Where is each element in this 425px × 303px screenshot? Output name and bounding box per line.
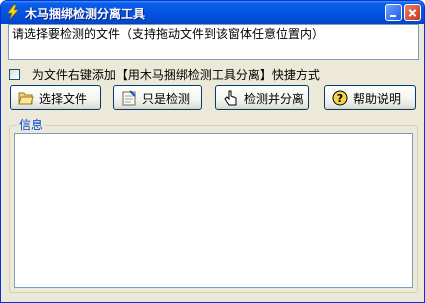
context-menu-option[interactable]: 为文件右键添加【用木马捆绑检测工具分离】快捷方式	[9, 66, 320, 82]
folder-open-icon	[18, 92, 34, 105]
detect-only-label: 只是检测	[142, 92, 191, 106]
hand-pointer-icon	[224, 90, 237, 106]
help-label: 帮助说明	[353, 92, 402, 106]
info-group-title: 信息	[17, 118, 46, 132]
help-button[interactable]: ? 帮助说明	[324, 85, 416, 110]
minimize-button[interactable]	[385, 4, 402, 21]
select-file-label: 选择文件	[39, 92, 88, 106]
detect-only-button[interactable]: 只是检测	[113, 85, 202, 110]
help-question-icon: ?	[332, 90, 348, 106]
detect-and-separate-button[interactable]: 检测并分离	[215, 85, 309, 110]
svg-text:?: ?	[337, 92, 343, 105]
close-button[interactable]	[404, 4, 421, 21]
info-groupbox: 信息	[9, 118, 418, 293]
window-content: 请选择要检测的文件（支持拖动文件到该窗体任意位置内） 为文件右键添加【用木马捆绑…	[4, 24, 421, 299]
title-bar[interactable]: 木马捆绑检测分离工具	[1, 1, 424, 24]
window-title: 木马捆绑检测分离工具	[25, 7, 146, 21]
notepad-check-icon	[122, 90, 136, 106]
minimize-icon	[390, 15, 396, 17]
info-textarea[interactable]	[14, 133, 413, 288]
context-menu-checkbox[interactable]	[9, 69, 20, 80]
detect-and-separate-label: 检测并分离	[244, 92, 305, 106]
file-path-field[interactable]: 请选择要检测的文件（支持拖动文件到该窗体任意位置内）	[8, 24, 419, 60]
context-menu-label: 为文件右键添加【用木马捆绑检测工具分离】快捷方式	[31, 68, 320, 82]
select-file-button[interactable]: 选择文件	[10, 85, 101, 110]
app-window: 木马捆绑检测分离工具 请选择要检测的文件（支持拖动文件到该窗体任意位置内） 为文…	[0, 0, 425, 303]
lightning-icon	[7, 5, 19, 19]
